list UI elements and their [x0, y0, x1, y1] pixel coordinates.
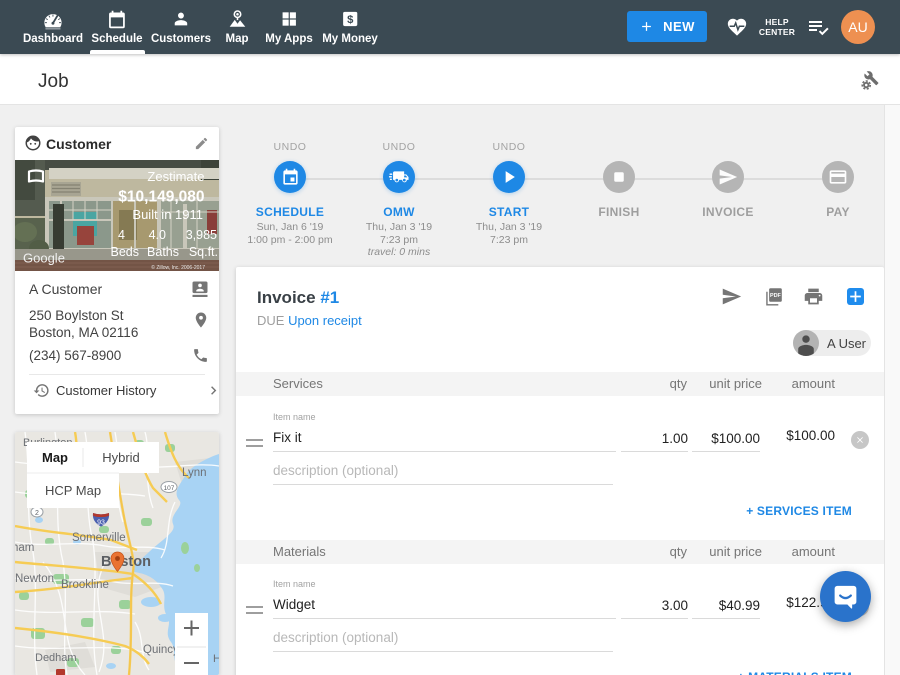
svg-text:Beds: Beds: [111, 245, 140, 259]
svg-text:3,985: 3,985: [186, 228, 217, 242]
svg-text:2: 2: [35, 510, 39, 517]
svg-text:Baths: Baths: [147, 245, 179, 259]
svg-text:107: 107: [164, 485, 175, 492]
svg-text:Newton: Newton: [15, 573, 54, 585]
svg-text:HCP Map: HCP Map: [45, 483, 101, 498]
svg-text:Somerville: Somerville: [72, 532, 126, 544]
svg-text:© Zillow, Inc. 2006-2017: © Zillow, Inc. 2006-2017: [151, 264, 205, 271]
svg-text:Zestimate: Zestimate: [147, 169, 204, 184]
svg-text:$10,149,080: $10,149,080: [118, 189, 204, 206]
svg-text:Built in 1911: Built in 1911: [132, 207, 203, 222]
svg-text:Dedham: Dedham: [35, 652, 77, 664]
svg-text:Sq.ft.: Sq.ft.: [189, 245, 218, 259]
svg-text:Map: Map: [42, 450, 68, 465]
svg-text:Lynn: Lynn: [182, 467, 207, 479]
svg-text:Quincy: Quincy: [143, 644, 179, 656]
svg-text:93: 93: [97, 520, 105, 527]
svg-text:Google: Google: [23, 251, 65, 266]
svg-text:Hi: Hi: [213, 653, 219, 665]
svg-text:PDF: PDF: [770, 293, 782, 299]
svg-text:ham: ham: [15, 542, 34, 554]
svg-text:Boston: Boston: [101, 554, 151, 570]
svg-text:Brookline: Brookline: [61, 579, 109, 591]
svg-text:$: $: [347, 14, 354, 26]
svg-text:4.0: 4.0: [149, 228, 166, 242]
svg-text:Hybrid: Hybrid: [102, 450, 140, 465]
svg-text:4: 4: [118, 228, 125, 242]
